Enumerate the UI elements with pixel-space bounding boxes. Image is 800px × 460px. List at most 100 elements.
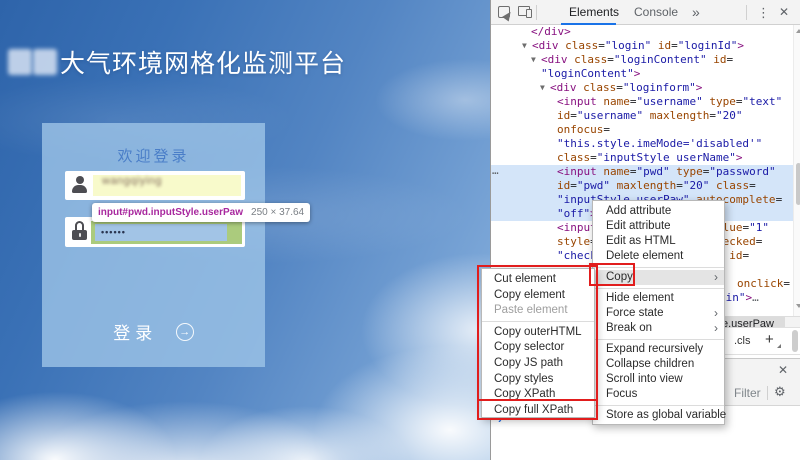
code-token: <div bbox=[550, 81, 583, 94]
menu-item-collapse-children[interactable]: Collapse children bbox=[593, 357, 724, 372]
menu-item-hide-element[interactable]: Hide element bbox=[593, 291, 724, 306]
code-token: = bbox=[783, 277, 790, 290]
selected-element-gutter-dots[interactable]: … bbox=[492, 165, 499, 179]
menu-item-break-on[interactable]: Break on› bbox=[593, 321, 724, 336]
dom-tree-scrollbar[interactable] bbox=[793, 25, 800, 316]
menu-item-edit-attribute[interactable]: Edit attribute bbox=[593, 219, 724, 234]
menu-separator bbox=[593, 405, 724, 406]
code-token: > bbox=[634, 67, 641, 80]
menu-separator bbox=[593, 339, 724, 340]
code-token: <input bbox=[557, 95, 603, 108]
devtools-toolbar: Elements Console » ⋮ ✕ bbox=[491, 0, 800, 25]
code-token: "loginId" bbox=[678, 39, 738, 52]
code-token: "pwd" bbox=[577, 179, 610, 192]
code-token: </div> bbox=[531, 25, 571, 38]
console-settings-gear-icon[interactable]: ⚙ bbox=[774, 384, 786, 400]
more-tabs-icon[interactable]: » bbox=[692, 0, 700, 25]
dom-tree-node[interactable]: id="pwd" maxlength="20" class= bbox=[557, 179, 756, 193]
styles-cls-button[interactable]: .cls bbox=[734, 335, 751, 347]
menu-item-force-state[interactable]: Force state› bbox=[593, 306, 724, 321]
tab-elements[interactable]: Elements bbox=[569, 0, 619, 25]
code-token: name bbox=[603, 95, 630, 108]
user-icon bbox=[72, 176, 87, 194]
page-title: 大气环境网格化监测平台 bbox=[60, 44, 346, 80]
devtools-menu-icon[interactable]: ⋮ bbox=[757, 5, 770, 21]
code-token: maxlength bbox=[650, 109, 710, 122]
dom-tree-node[interactable]: "off"> bbox=[557, 207, 597, 221]
menu-item-store-as-global-variable[interactable]: Store as global variable bbox=[593, 408, 724, 423]
username-input[interactable]: wangqiying bbox=[93, 175, 241, 196]
submenu-arrow-icon: › bbox=[714, 270, 718, 285]
code-token: <div bbox=[541, 53, 574, 66]
code-token: maxlength bbox=[617, 179, 677, 192]
dom-tree-node[interactable]: onclick= bbox=[737, 277, 790, 291]
menu-item-add-attribute[interactable]: Add attribute bbox=[593, 204, 724, 219]
code-token: > bbox=[696, 81, 703, 94]
dom-tree-node[interactable]: <input name="username" type="text" bbox=[557, 95, 782, 109]
tab-console[interactable]: Console bbox=[634, 0, 678, 25]
code-token: = bbox=[598, 39, 605, 52]
login-button[interactable]: 登录 → bbox=[42, 319, 265, 349]
menu-item-expand-recursively[interactable]: Expand recursively bbox=[593, 342, 724, 357]
code-token: "1" bbox=[749, 221, 769, 234]
code-token: "username" bbox=[636, 95, 702, 108]
scrollbar-thumb[interactable] bbox=[796, 163, 800, 205]
dom-tree-node[interactable]: onfocus= bbox=[557, 123, 610, 137]
code-token: > bbox=[736, 151, 743, 164]
code-token: "loginform" bbox=[623, 81, 696, 94]
annotation-box-copy-full-xpath bbox=[477, 399, 598, 420]
dom-tree-node[interactable]: "this.style.imeMode='disabled'" bbox=[557, 137, 762, 151]
menu-item-label: Store as global variable bbox=[606, 409, 726, 421]
new-style-rule-button[interactable]: + bbox=[765, 331, 774, 348]
menu-item-delete-element[interactable]: Delete element bbox=[593, 249, 724, 264]
inspect-element-icon[interactable] bbox=[498, 6, 510, 18]
scrollbar-up-arrow[interactable] bbox=[796, 29, 800, 33]
menu-item-edit-as-html[interactable]: Edit as HTML bbox=[593, 234, 724, 249]
dom-tree-node[interactable]: </div> bbox=[531, 25, 571, 39]
new-style-rule-corner bbox=[777, 344, 781, 348]
dom-tree-node[interactable]: <input name="pwd" type="password" bbox=[557, 165, 776, 179]
drawer-close-icon[interactable]: ✕ bbox=[778, 363, 788, 377]
password-icon-cell bbox=[65, 217, 93, 247]
code-token: "loginContent" bbox=[614, 53, 707, 66]
username-value: wangqiying bbox=[102, 175, 162, 187]
inspect-tooltip-selector: input#pwd.inputStyle.userPaw bbox=[98, 207, 243, 218]
code-token: "this.style.imeMode='disabled'" bbox=[557, 137, 762, 150]
code-token: type bbox=[676, 165, 703, 178]
devtools-close-icon[interactable]: ✕ bbox=[779, 5, 789, 19]
dom-tree-node[interactable]: <div class="loginContent" id= bbox=[541, 53, 733, 67]
menu-item-label: Expand recursively bbox=[606, 343, 703, 355]
styles-scrollbar-thumb[interactable] bbox=[792, 330, 798, 352]
menu-separator bbox=[593, 288, 724, 289]
device-toolbar-icon[interactable] bbox=[518, 6, 530, 16]
tree-expand-arrow[interactable]: ▼ bbox=[522, 39, 527, 53]
dom-tree-node[interactable]: "loginContent"> bbox=[541, 67, 640, 81]
console-filter-input[interactable]: Filter bbox=[734, 386, 761, 400]
submenu-arrow-icon: › bbox=[714, 306, 718, 321]
code-token: "text" bbox=[742, 95, 782, 108]
scrollbar-down-arrow[interactable] bbox=[796, 304, 800, 308]
menu-item-focus[interactable]: Focus bbox=[593, 387, 724, 402]
toolbar-separator bbox=[536, 5, 537, 20]
code-token: id bbox=[658, 39, 671, 52]
code-token: name bbox=[603, 165, 630, 178]
lock-icon bbox=[72, 221, 87, 241]
dom-tree-node[interactable]: class="inputStyle userName"> bbox=[557, 151, 742, 165]
dom-tree-node[interactable]: <div class="login" id="loginId"> bbox=[532, 39, 744, 53]
dom-tree-node[interactable]: id="username" maxlength="20" bbox=[557, 109, 742, 123]
menu-item-label: Edit as HTML bbox=[606, 235, 676, 247]
console-toolbar-separator bbox=[767, 386, 768, 400]
code-token: id bbox=[557, 179, 570, 192]
menu-item-label: Scroll into view bbox=[606, 373, 683, 385]
menu-item-scroll-into-view[interactable]: Scroll into view bbox=[593, 372, 724, 387]
code-token: "loginContent" bbox=[541, 67, 634, 80]
code-token: <input bbox=[557, 165, 603, 178]
tree-expand-arrow[interactable]: ▼ bbox=[531, 53, 536, 67]
menu-item-label: Add attribute bbox=[606, 205, 671, 217]
tree-expand-arrow[interactable]: ▼ bbox=[540, 81, 545, 95]
censored-title-prefix bbox=[8, 49, 32, 75]
password-input[interactable]: •••••• bbox=[95, 224, 227, 241]
code-token bbox=[610, 179, 617, 192]
dom-tree-node[interactable]: <div class="loginform"> bbox=[550, 81, 702, 95]
code-token: = bbox=[709, 109, 716, 122]
